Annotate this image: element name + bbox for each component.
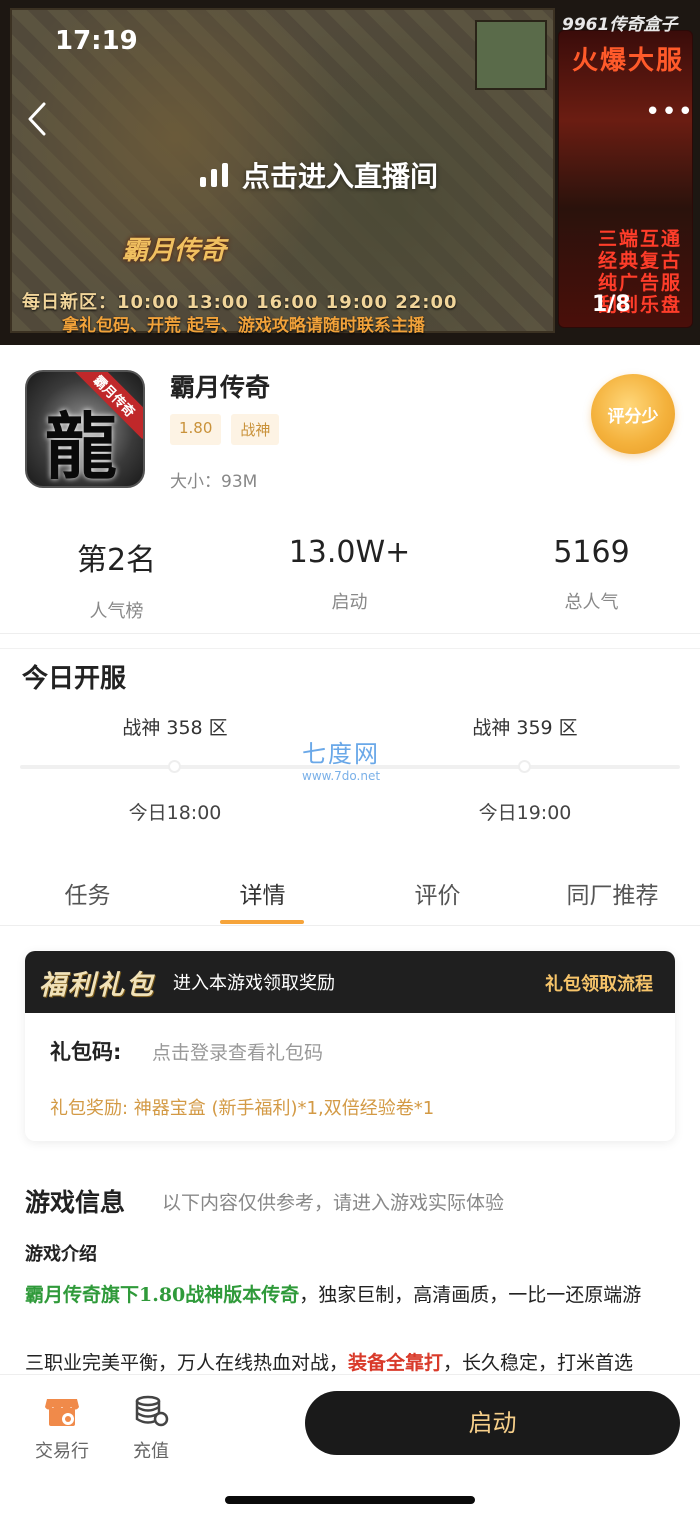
rating-badge[interactable]: 评分少 xyxy=(591,374,675,454)
promo-line: 拿礼包码、开荒 起号、游戏攻略请随时联系主播 xyxy=(62,316,425,336)
home-indicator[interactable] xyxy=(225,1496,475,1504)
app-name: 霸月传奇 xyxy=(170,373,271,402)
server-name: 战神 358 区 xyxy=(122,717,228,739)
gift-code-label: 礼包码: xyxy=(50,1040,122,1064)
active-tab-indicator xyxy=(220,920,304,924)
stat-label: 总人气 xyxy=(564,592,619,613)
watermark-url: www.7do.net xyxy=(302,769,381,783)
gift-code-login-link[interactable]: 点击登录查看礼包码 xyxy=(152,1038,323,1065)
chevron-left-icon xyxy=(28,102,46,136)
intro-highlight: 装备全靠打 xyxy=(348,1352,444,1374)
recharge-button[interactable]: 充值 xyxy=(111,1395,191,1463)
enter-live-room-button[interactable]: 点击进入直播间 xyxy=(198,155,438,195)
tab-tasks[interactable]: 任务 xyxy=(0,862,175,925)
page-indicator: 1/8 xyxy=(592,292,631,317)
tag-list: 1.80 战神 xyxy=(170,414,280,445)
rating-label: 评分少 xyxy=(607,407,659,427)
intro-label: 游戏介绍 xyxy=(25,1244,97,1265)
tab-details[interactable]: 详情 xyxy=(175,862,350,925)
gift-header: 福利礼包 进入本游戏领取奖励 礼包领取流程 xyxy=(25,951,675,1013)
coins-icon xyxy=(135,1395,169,1427)
server-time: 今日19:00 xyxy=(478,802,572,824)
tag-type: 战神 xyxy=(231,414,280,445)
stat-popularity: 5169 总人气 xyxy=(475,535,700,614)
intro-paragraph: 霸月传奇旗下1.80战神版本传奇，独家巨制，高清画质，一比一还原端游 xyxy=(25,1282,685,1308)
intro-text: 三职业完美平衡，万人在线热血对战， xyxy=(25,1352,349,1374)
intro-text: ，独家巨制，高清画质，一比一还原端游 xyxy=(299,1284,642,1306)
stat-launches: 13.0W+ 启动 xyxy=(233,535,466,614)
tag-version: 1.80 xyxy=(170,414,222,445)
stat-value: 第2名 xyxy=(76,543,157,578)
bottom-action-bar: 交易行 充值 启动 xyxy=(0,1374,700,1514)
recharge-label: 充值 xyxy=(133,1441,169,1462)
more-options-button[interactable]: ••• xyxy=(645,99,693,125)
game-logo-text: 霸月传奇 xyxy=(122,236,227,266)
divider xyxy=(0,648,700,649)
more-dots-icon: ••• xyxy=(645,97,695,127)
stat-rank[interactable]: 第2名 人气榜 xyxy=(0,535,233,623)
stat-value: 5169 xyxy=(553,535,630,570)
tab-same-developer[interactable]: 同厂推荐 xyxy=(525,862,700,925)
site-watermark: 七度网 www.7do.net xyxy=(302,734,380,783)
gift-logo: 福利礼包 xyxy=(39,969,155,1001)
gift-pack-card: 福利礼包 进入本游戏领取奖励 礼包领取流程 礼包码: 点击登录查看礼包码 礼包奖… xyxy=(25,951,675,1141)
game-info-note: 以下内容仅供参考，请进入游戏实际体验 xyxy=(162,1192,505,1214)
gift-reward: 礼包奖励: 神器宝盒 (新手福利)*1,双倍经验卷*1 xyxy=(50,1098,435,1119)
hero-banner[interactable]: 9961传奇盒子 火爆大服 三端互通 经典复古 纯广告服 刮刮乐盘 17:19 … xyxy=(0,0,700,345)
detail-tabs: 任务 详情 评价 同厂推荐 xyxy=(0,862,700,926)
game-minimap-image xyxy=(475,20,547,90)
back-button[interactable] xyxy=(24,100,54,138)
intro-text: ，长久稳定，打米首选 xyxy=(443,1352,634,1374)
stat-label: 人气榜 xyxy=(89,601,144,622)
trade-label: 交易行 xyxy=(35,1441,89,1462)
shop-icon xyxy=(45,1399,79,1426)
server-name: 战神 359 区 xyxy=(472,717,578,739)
app-size: 大小：93M xyxy=(170,472,258,492)
intro-highlight: 霸月传奇旗下1.80战神版本传奇 xyxy=(25,1284,300,1306)
timeline-dot xyxy=(518,760,531,773)
status-time: 17:19 xyxy=(55,26,138,56)
watermark-text: 七度网 xyxy=(302,740,381,768)
launch-button[interactable]: 启动 xyxy=(305,1391,680,1455)
trade-button[interactable]: 交易行 xyxy=(22,1395,102,1463)
stat-value: 13.0W+ xyxy=(288,535,411,570)
gift-subtitle: 进入本游戏领取奖励 xyxy=(173,973,335,994)
today-open-title: 今日开服 xyxy=(22,664,127,694)
app-icon: 龍 霸月传奇 xyxy=(25,370,145,488)
live-bars-icon xyxy=(198,161,232,189)
timeline-dot xyxy=(168,760,181,773)
game-info-title: 游戏信息 xyxy=(25,1188,126,1217)
server-time: 今日18:00 xyxy=(128,802,222,824)
tab-reviews[interactable]: 评价 xyxy=(350,862,525,925)
gift-flow-link[interactable]: 礼包领取流程 xyxy=(545,970,653,996)
brand-watermark: 9961传奇盒子 xyxy=(562,15,678,35)
side-banner-title: 火爆大服 xyxy=(572,46,685,76)
stat-label: 启动 xyxy=(331,592,368,613)
intro-paragraph: 三职业完美平衡，万人在线热血对战，装备全靠打，长久稳定，打米首选 xyxy=(25,1350,685,1376)
live-label: 点击进入直播间 xyxy=(242,160,439,193)
divider xyxy=(0,633,700,634)
